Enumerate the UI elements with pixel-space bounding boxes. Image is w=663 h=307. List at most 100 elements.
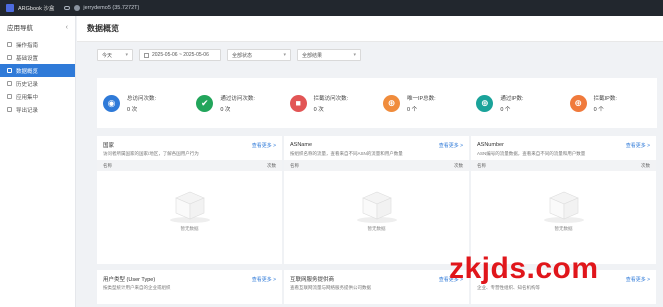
view-more-link[interactable]: 查看更多 > — [439, 142, 463, 149]
result-value: 全部结果 — [302, 52, 323, 59]
stat-label: 总访问次数: — [127, 95, 157, 102]
stat-blocked-visits: ■ 拦截访问次数: 0 次 — [284, 94, 377, 113]
column-count: 次数 — [641, 162, 650, 168]
stat-label: 通过访问次数: — [220, 95, 255, 102]
card-title: 用户类型 (User Type) — [103, 277, 156, 283]
empty-text: 暂无数据 — [180, 226, 199, 231]
card-title: ASNumber — [477, 142, 504, 148]
sidebar-item-label: 应用集中 — [16, 94, 39, 101]
chevron-down-icon: ▾ — [353, 52, 356, 58]
user-avatar-icon[interactable] — [74, 5, 81, 11]
empty-box-icon — [543, 191, 584, 223]
stat-value: 0 个 — [406, 106, 418, 113]
sidebar-item-label: 历史记录 — [16, 81, 39, 88]
sidebar-item-history[interactable]: 历史记录 — [0, 77, 75, 90]
globe-icon: ⊕ — [382, 94, 400, 112]
settings-icon — [7, 55, 12, 60]
page-title: 数据概览 — [77, 16, 663, 42]
card-title: ASName — [290, 142, 313, 148]
top-bar: ARGbook 沙盒 jerrydemo5 (35.7272T) — [0, 0, 663, 16]
column-name: 名称 — [290, 162, 299, 168]
chevron-down-icon: ▾ — [125, 52, 128, 58]
empty-state: 暂无数据 — [471, 184, 656, 232]
column-count: 次数 — [454, 162, 463, 168]
stat-value: 0 次 — [220, 106, 231, 113]
card-isp: 互联网服务提供商 查看更多 > 查看互联网流量与网络服务提供公司数据 — [284, 270, 469, 304]
stat-value: 0 次 — [313, 106, 324, 113]
filter-bar: 今天 ▾ 2025-05-06 ~ 2025-05-06 全部状态 ▾ 全部结果 ▾ — [97, 49, 361, 61]
table-header: 名称 次数 — [284, 160, 469, 171]
card-description: 按类型统计用户来自的企业或组织 — [103, 285, 171, 290]
table-header: 名称 次数 — [97, 160, 282, 171]
card-description: 访问者所属国家的国家/地区，了解各国用户行为 — [103, 151, 199, 156]
sidebar-item-apps[interactable]: 应用集中 — [0, 90, 75, 103]
globe-pass-icon: ⊕ — [476, 94, 494, 112]
sidebar-item-label: 操作指南 — [16, 42, 39, 49]
sidebar-header: 应用导航 ‹ — [0, 16, 75, 38]
card-asname: ASName 查看更多 > 按组织名称的流量，查看来自不同ASN的流量和用户数量 … — [284, 136, 469, 264]
sidebar-item-label: 数据概览 — [16, 68, 39, 75]
empty-text: 暂无数据 — [367, 226, 386, 231]
date-range-picker[interactable]: 2025-05-06 ~ 2025-05-06 — [139, 49, 221, 61]
history-icon — [7, 81, 12, 86]
sidebar-item-settings[interactable]: 基础设置 — [0, 51, 75, 64]
empty-state: 暂无数据 — [284, 184, 469, 232]
view-more-link[interactable]: 查看更多 > — [626, 142, 650, 149]
sidebar: 应用导航 ‹ 操作指南 基础设置 数据概览 历史记录 应用集中 导出记录 — [0, 16, 76, 307]
stats-panel: ◉ 总访问次数: 0 次 ✔ 通过访问次数: 0 次 ■ 拦截访问次数: 0 次 ⊕ … — [97, 78, 657, 128]
chart-icon — [7, 68, 12, 73]
view-more-link[interactable]: 查看更多 > — [252, 276, 276, 283]
sidebar-item-label: 基础设置 — [16, 55, 39, 62]
sidebar-item-export[interactable]: 导出记录 — [0, 103, 75, 116]
watermark: zkjds.com — [449, 252, 599, 285]
status-select[interactable]: 全部状态 ▾ — [227, 49, 291, 61]
apps-icon — [7, 94, 12, 99]
result-select[interactable]: 全部结果 ▾ — [297, 49, 361, 61]
column-name: 名称 — [103, 162, 112, 168]
logo-icon — [6, 4, 14, 12]
stat-passed-visits: ✔ 通过访问次数: 0 次 — [190, 94, 283, 113]
shield-block-icon: ■ — [289, 94, 307, 112]
collapse-chevron-icon[interactable]: ‹ — [66, 24, 68, 31]
export-icon — [7, 107, 12, 112]
app-title: ARGbook 沙盒 — [18, 6, 55, 12]
card-user-type: 用户类型 (User Type) 查看更多 > 按类型统计用户来自的企业或组织 — [97, 270, 282, 304]
period-select[interactable]: 今天 ▾ — [97, 49, 133, 61]
stat-unique-ip: ⊕ 唯一IP总数: 0 个 — [377, 94, 470, 113]
empty-text: 暂无数据 — [554, 226, 573, 231]
stat-label: 唯一IP总数: — [406, 95, 436, 102]
globe-block-icon: ⊕ — [569, 94, 587, 112]
sidebar-item-overview[interactable]: 数据概览 — [0, 64, 75, 77]
card-description: ASN编号的流量数据，查看来自不同的流量和用户数量 — [477, 151, 586, 156]
calendar-icon — [144, 52, 149, 58]
table-header: 名称 次数 — [471, 160, 656, 171]
empty-state: 暂无数据 — [97, 184, 282, 232]
card-description: 按组织名称的流量，查看来自不同ASN的流量和用户数量 — [290, 151, 403, 156]
guide-icon — [7, 42, 12, 47]
view-more-link[interactable]: 查看更多 > — [626, 276, 650, 283]
sidebar-item-guide[interactable]: 操作指南 — [0, 38, 75, 51]
card-asnumber: ASNumber 查看更多 > ASN编号的流量数据，查看来自不同的流量和用户数量… — [471, 136, 656, 264]
sidebar-title: 应用导航 — [7, 25, 33, 32]
stat-value: 0 个 — [500, 106, 511, 113]
view-more-link[interactable]: 查看更多 > — [252, 142, 276, 149]
period-value: 今天 — [102, 52, 113, 59]
empty-box-icon — [356, 191, 397, 223]
stat-label: 拦截访问次数: — [313, 95, 349, 102]
stat-value: 0 次 — [127, 106, 138, 113]
stat-label: 拦截IP数: — [593, 95, 617, 102]
stat-blocked-ip: ⊕ 拦截IP数: 0 个 — [564, 94, 657, 113]
date-range-value: 2025-05-06 ~ 2025-05-06 — [152, 52, 209, 58]
chevron-down-icon: ▾ — [283, 52, 286, 58]
column-name: 名称 — [477, 162, 486, 168]
card-title: 互联网服务提供商 — [290, 277, 335, 283]
user-account-label[interactable]: jerrydemo5 (35.7272T) — [83, 5, 139, 11]
stat-passed-ip: ⊕ 通过IP数: 0 个 — [470, 94, 563, 113]
card-country: 国家 查看更多 > 访问者所属国家的国家/地区，了解各国用户行为 名称 次数 暂无数… — [97, 136, 282, 264]
card-title: 国家 — [103, 143, 115, 149]
stat-value: 0 个 — [593, 106, 604, 113]
column-count: 次数 — [267, 162, 276, 168]
stat-label: 通过IP数: — [500, 95, 524, 102]
card-description: 企业、专营性组织、知名机构等 — [477, 285, 540, 290]
link-icon — [64, 6, 71, 10]
